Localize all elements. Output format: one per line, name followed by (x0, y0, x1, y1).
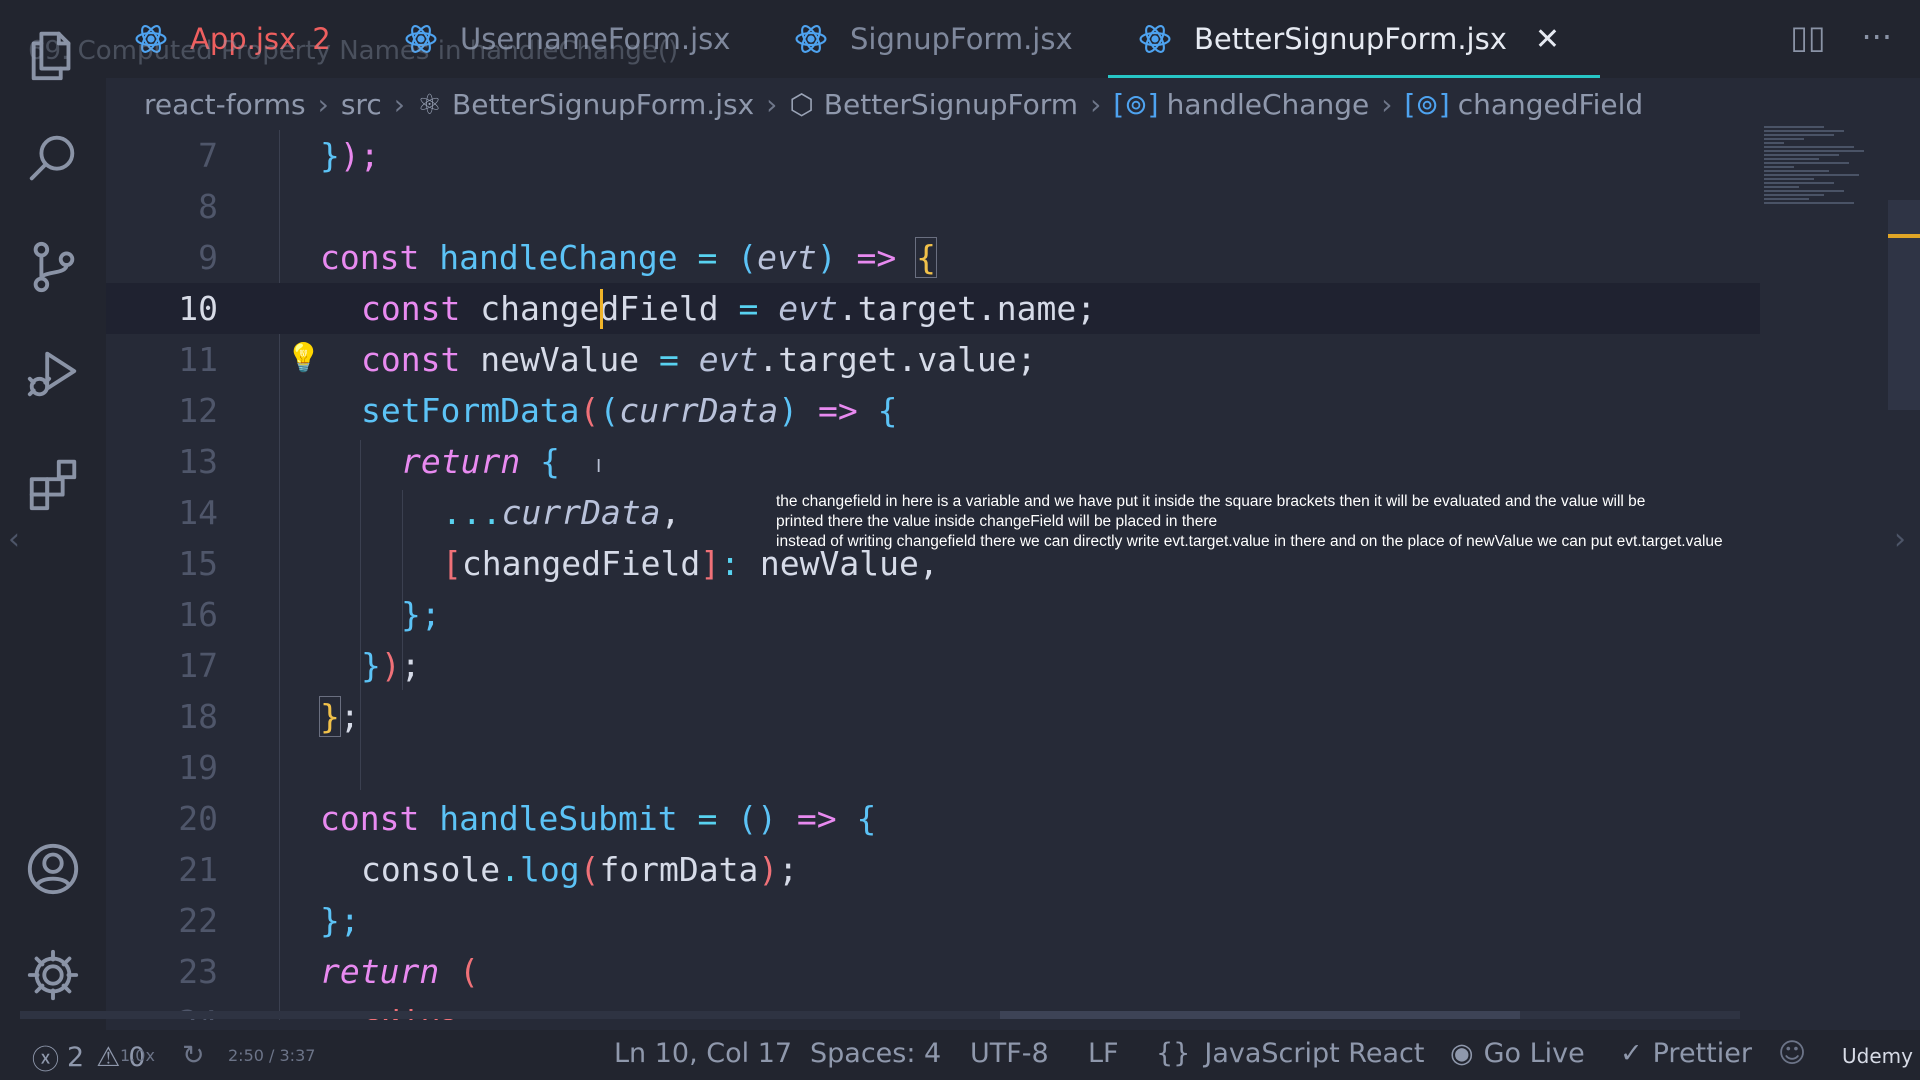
code-line: 11 const newValue = evt.target.value; (106, 334, 1760, 385)
annotation-line: printed there the value inside changeFie… (776, 513, 1218, 530)
lightbulb-icon[interactable]: 💡 (286, 341, 321, 374)
line-number: 10 (178, 289, 218, 328)
status-bar: ⓧ 2 ⚠ 0 1.0x ↻ 2:50 / 3:37 Ln 10, Col 17… (0, 1030, 1920, 1080)
line-number: 18 (178, 697, 218, 736)
code-line: 9 const handleChange = (evt) => { (106, 232, 1760, 283)
close-icon[interactable]: ✕ (1535, 22, 1560, 57)
component-cube-icon: ⬡ (789, 87, 814, 121)
code-line: 13 return { (106, 436, 1760, 487)
code-line: 12 setFormData((currData) => { (106, 385, 1760, 436)
line-number: 14 (178, 493, 218, 532)
line-number: 8 (198, 187, 218, 226)
annotation-note: the changefield in here is a variable an… (776, 492, 1816, 552)
breadcrumb-file[interactable]: BetterSignupForm.jsx (452, 88, 754, 121)
activity-bar: ‹ (0, 0, 106, 1030)
variable-symbol-icon: [⊚] (1113, 87, 1159, 121)
vertical-scrollbar[interactable] (1888, 200, 1920, 410)
go-live-button[interactable]: ◉ Go Live (1450, 1038, 1585, 1069)
check-icon: ✓ (1620, 1038, 1643, 1069)
code-line: 20 const handleSubmit = () => { (106, 793, 1760, 844)
line-number: 19 (178, 748, 218, 787)
line-number: 17 (178, 646, 218, 685)
line-number: 20 (178, 799, 218, 838)
video-time: 2:50 / 3:37 (228, 1046, 316, 1065)
source-control-icon[interactable] (18, 232, 88, 302)
video-title-overlay: 69. Computed Property Names in handleCha… (28, 36, 679, 66)
react-icon (795, 25, 827, 53)
code-line: 22 }; (106, 895, 1760, 946)
annotation-line: instead of writing changefield there we … (776, 533, 1723, 550)
code-line: 19 (106, 742, 1760, 793)
code-editor[interactable]: 7 }); 8 9 const handleChange = (evt) => … (106, 130, 1760, 1020)
prettier-button[interactable]: ✓ Prettier (1620, 1038, 1752, 1069)
code-line: 21 console.log(formData); (106, 844, 1760, 895)
mouse-ibeam-icon: I (596, 456, 602, 477)
broadcast-icon: ◉ (1450, 1038, 1474, 1069)
extensions-icon[interactable] (18, 448, 88, 518)
indentation[interactable]: Spaces: 4 (810, 1038, 941, 1069)
more-icon[interactable]: ··· (1861, 18, 1892, 56)
line-number: 23 (178, 952, 218, 991)
breadcrumb-symbol[interactable]: handleChange (1167, 88, 1370, 121)
udemy-watermark: Udemy (1842, 1044, 1913, 1068)
breadcrumb-component[interactable]: BetterSignupForm (824, 88, 1078, 121)
breadcrumb-symbol[interactable]: changedField (1458, 88, 1643, 121)
line-number: 13 (178, 442, 218, 481)
encoding[interactable]: UTF-8 (970, 1038, 1049, 1069)
breadcrumb-folder[interactable]: react-forms (144, 88, 306, 121)
horizontal-scrollbar[interactable] (20, 1011, 1740, 1019)
react-icon (1139, 25, 1171, 53)
code-line: 7 }); (106, 130, 1760, 181)
code-line: 8 (106, 181, 1760, 232)
replay-icon[interactable]: ↻ (182, 1040, 205, 1071)
line-number: 11 (178, 340, 218, 379)
split-editor-icon[interactable]: ▯▯ (1790, 18, 1825, 56)
breadcrumb-folder[interactable]: src (341, 88, 382, 121)
tab-signupform-jsx[interactable]: SignupForm.jsx (794, 0, 1073, 78)
run-debug-icon[interactable] (18, 338, 88, 408)
account-icon[interactable] (18, 834, 88, 904)
error-count: 2 (67, 1042, 85, 1073)
code-line-current: 10 const changedField = evt.target.name; (106, 283, 1760, 334)
braces-icon: {} (1156, 1038, 1191, 1069)
collapse-left-arrow-icon[interactable]: ‹ (8, 522, 20, 557)
line-number: 21 (178, 850, 218, 889)
tab-bettersignupform-jsx[interactable]: BetterSignupForm.jsx ✕ (1107, 0, 1601, 78)
line-number: 12 (178, 391, 218, 430)
annotation-line: the changefield in here is a variable an… (776, 493, 1646, 510)
search-icon[interactable] (18, 124, 88, 194)
tab-label: SignupForm.jsx (850, 22, 1073, 56)
breadcrumb: react-forms › src › ⚛ BetterSignupForm.j… (144, 87, 1644, 121)
line-number: 22 (178, 901, 218, 940)
minimap[interactable] (1764, 124, 1884, 294)
playback-speed[interactable]: 1.0x (120, 1046, 155, 1065)
language-mode[interactable]: {} JavaScript React (1156, 1038, 1424, 1069)
line-ending[interactable]: LF (1088, 1038, 1119, 1069)
react-icon: ⚛ (416, 87, 443, 121)
line-number: 16 (178, 595, 218, 634)
settings-gear-icon[interactable] (18, 940, 88, 1010)
line-number: 7 (198, 136, 218, 175)
error-icon: ⓧ (32, 1045, 59, 1076)
tab-label: BetterSignupForm.jsx (1194, 22, 1507, 56)
feedback-icon[interactable]: ☺ (1778, 1038, 1806, 1069)
warning-icon: ⚠ (96, 1042, 121, 1073)
code-line: 17 }); (106, 640, 1760, 691)
code-line: 18 }; (106, 691, 1760, 742)
collapse-right-arrow-icon[interactable]: › (1894, 522, 1906, 557)
code-line: 16 }; (106, 589, 1760, 640)
code-line: 23 return ( (106, 946, 1760, 997)
line-number: 9 (198, 238, 218, 277)
cursor-position[interactable]: Ln 10, Col 17 (614, 1038, 792, 1069)
editor-actions: ▯▯ ··· (1790, 18, 1892, 56)
line-number: 15 (178, 544, 218, 583)
variable-symbol-icon: [⊚] (1404, 87, 1450, 121)
text-cursor (600, 289, 603, 329)
